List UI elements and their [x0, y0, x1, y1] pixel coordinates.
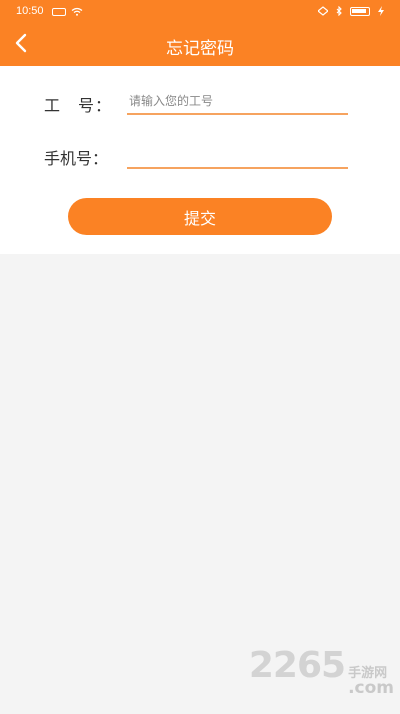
bluetooth-icon — [336, 6, 342, 16]
signal-icon — [318, 6, 328, 16]
status-left-icons — [52, 7, 83, 16]
status-bar: 10:50 — [0, 0, 400, 22]
watermark-number: 2265 — [248, 644, 346, 686]
watermark-text: 手游网 .com — [348, 666, 394, 699]
submit-button[interactable]: 提交 — [68, 198, 332, 235]
battery-icon — [350, 6, 370, 16]
employee-id-label: 工 号： — [44, 96, 113, 115]
status-time: 10:50 — [16, 5, 44, 17]
wifi-icon — [71, 7, 83, 16]
watermark-site-en: .com — [348, 678, 394, 699]
forgot-password-form: 工 号： 手机号： 提交 — [0, 66, 400, 254]
status-right-icons — [318, 6, 386, 16]
employee-id-input[interactable] — [127, 89, 348, 115]
phone-number-input[interactable] — [127, 143, 348, 169]
watermark-logo: 2265 手游网 .com — [249, 645, 394, 698]
charging-icon — [378, 6, 384, 16]
app-header: 10:50 忘记密码 — [0, 0, 400, 66]
page-title: 忘记密码 — [166, 39, 234, 59]
phone-number-label: 手机号： — [44, 149, 109, 168]
sim-card-icon — [52, 7, 66, 16]
